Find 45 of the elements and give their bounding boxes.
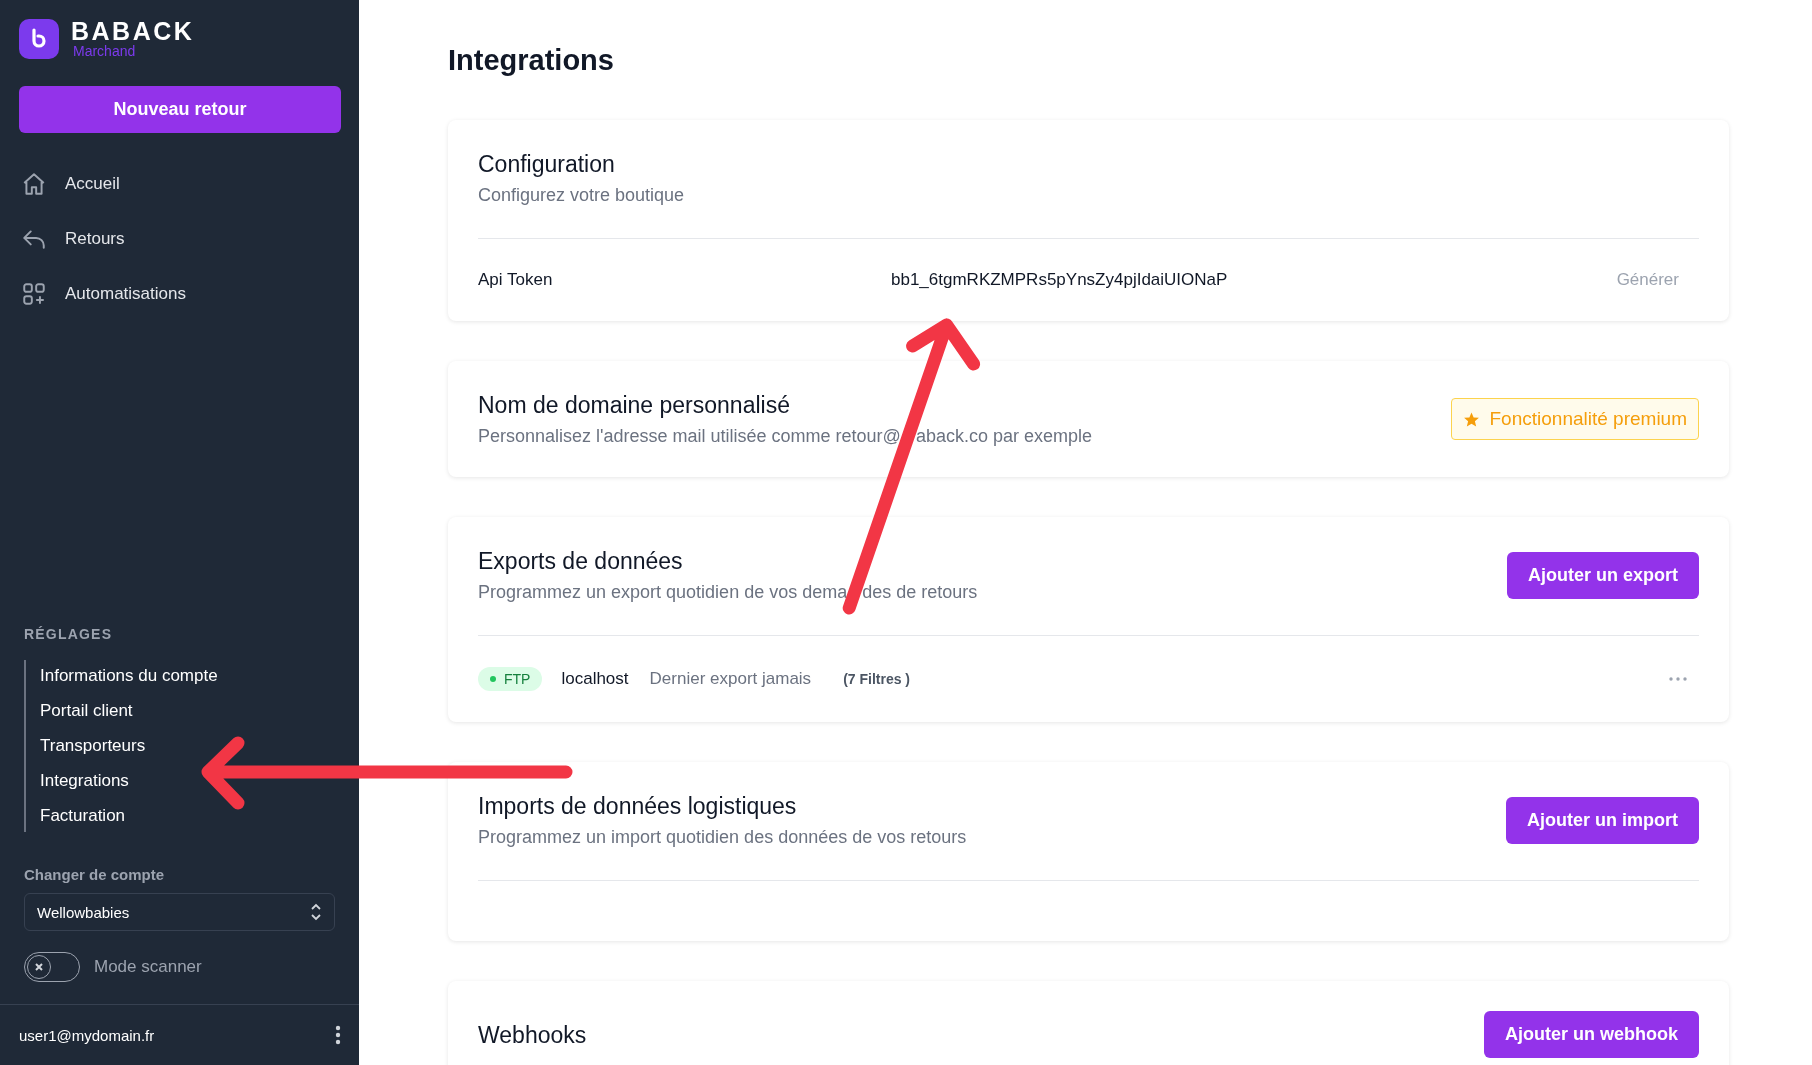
settings-link[interactable]: Facturation xyxy=(40,804,335,828)
settings-link[interactable]: Informations du compte xyxy=(40,664,335,688)
user-email: user1@mydomain.fr xyxy=(19,1026,155,1044)
filter-count: (7 Filtres ) xyxy=(843,671,911,687)
brand-subtitle: Marchand xyxy=(73,44,137,59)
field-label: Api Token xyxy=(478,270,554,290)
settings-link[interactable]: Portail client xyxy=(40,699,335,723)
card-subtitle: Programmez un import quotidien des données de vos retours xyxy=(478,826,967,848)
api-token-value: bb1_6tgmRKZMPRs5pYnsZy4pjIdaiUIONaP xyxy=(891,270,1228,290)
card-subtitle: des de retours xyxy=(862,581,978,603)
card-title: Webhooks xyxy=(478,1020,587,1049)
page-title: Integrations xyxy=(448,43,615,78)
card-title: Imports de données logistiques xyxy=(478,792,798,820)
add-button[interactable]: Ajouter un export xyxy=(1507,551,1699,599)
card-subtitle: Programmez un export quotidien de vos dema xyxy=(478,581,848,603)
add-button[interactable]: Ajouter un webhook xyxy=(1484,1011,1699,1058)
status-tag: FTP xyxy=(478,667,543,691)
premium-badge: Fonctionnalité premium xyxy=(1450,398,1699,440)
logo-icon xyxy=(19,18,59,59)
field-label: Changer de compte xyxy=(24,866,166,883)
card-title: Exports de données xyxy=(478,547,684,575)
account-select[interactable]: Wellowbabies xyxy=(24,893,335,931)
host-name: localhost xyxy=(561,669,629,689)
card-title: Nom de domaine personnalisé xyxy=(478,391,791,419)
apps-icon xyxy=(21,281,47,307)
nav-item[interactable]: Retours xyxy=(19,220,341,258)
more-vertical-icon[interactable] xyxy=(335,1025,341,1045)
nav-item[interactable]: Automatisations xyxy=(19,275,341,313)
last-export-text: Dernier export jamais xyxy=(649,669,812,689)
card-subtitle: Configurez votre boutique xyxy=(478,184,685,206)
new-return-button[interactable]: Nouveau retour xyxy=(19,86,341,133)
home-icon xyxy=(21,171,47,197)
close-icon xyxy=(35,963,43,971)
add-button[interactable]: Ajouter un import xyxy=(1506,796,1699,844)
card-subtitle: Personnalisez l'adresse mail utilisée comme retour@ xyxy=(478,425,901,447)
star-icon xyxy=(1462,410,1480,428)
card-subtitle: aback.co par exemple xyxy=(915,425,1092,447)
settings-link[interactable]: Integrations xyxy=(40,769,335,793)
toggle-label: Mode scanner xyxy=(94,957,202,977)
section-heading: RÉGLAGES xyxy=(24,626,114,642)
chevron-updown-icon xyxy=(310,903,322,921)
nav-item[interactable]: Accueil xyxy=(19,165,341,203)
settings-link[interactable]: Transporteurs xyxy=(40,734,335,758)
card-title: Configuration xyxy=(478,150,616,178)
brand-name: BABACK xyxy=(71,18,195,44)
